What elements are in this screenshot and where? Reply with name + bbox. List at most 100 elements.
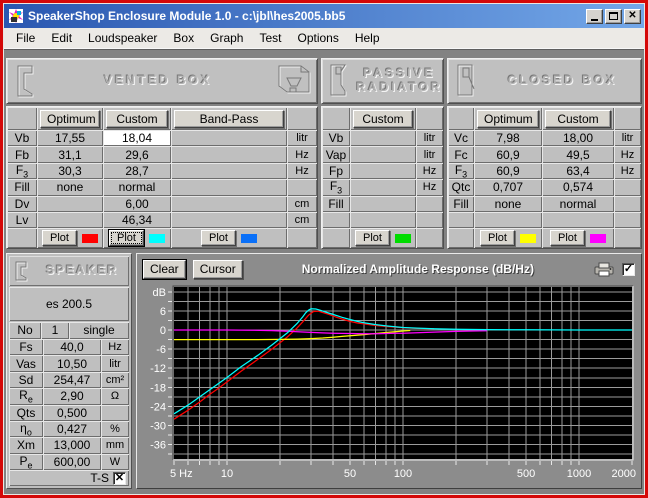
y-tick-label: -36 xyxy=(150,440,166,452)
x-tick-label: 2000 xyxy=(612,468,636,480)
unit-cell: Hz xyxy=(614,163,641,179)
speaker-no-value: 1 xyxy=(41,322,69,339)
corner-cell xyxy=(7,228,37,248)
graph-title: Normalized Amplitude Response (dB/Hz) xyxy=(250,262,586,276)
plot-cell: Plot xyxy=(37,228,103,248)
column-button-custom[interactable]: Custom xyxy=(106,110,168,128)
value-cell: normal xyxy=(103,179,171,195)
param-value-cell: 2,90 xyxy=(43,388,101,404)
print-checkbox[interactable]: ✓ xyxy=(622,263,635,276)
corner-cell xyxy=(614,107,641,130)
row-label-cell: Qtc xyxy=(448,179,474,195)
x-tick-label: 500 xyxy=(517,468,535,480)
menu-item-loudspeaker[interactable]: Loudspeaker xyxy=(80,29,165,47)
value-cell xyxy=(171,130,287,146)
empty-cell xyxy=(614,212,641,228)
close-icon: ✕ xyxy=(628,11,636,21)
section-title-line: PASSIVE xyxy=(363,66,435,80)
maximize-button[interactable] xyxy=(605,9,622,24)
speaker-model[interactable]: es 200.5 xyxy=(9,287,129,321)
closed-box-section: CLOSED BOX OptimumCustomVc7,9818,00litrF… xyxy=(447,58,642,249)
corner-cell xyxy=(322,107,350,130)
empty-cell xyxy=(322,212,350,228)
plot-color-swatch xyxy=(395,234,411,243)
plot-color-swatch xyxy=(241,234,257,243)
plot-button-passive-0[interactable]: Plot xyxy=(355,230,390,246)
value-cell: 28,7 xyxy=(103,163,171,179)
minimize-button[interactable] xyxy=(586,9,603,24)
ts-checkbox[interactable]: ✕ xyxy=(113,472,126,485)
corner-cell xyxy=(614,228,641,248)
param-value-cell: 40,0 xyxy=(43,339,101,355)
speaker-icon xyxy=(454,63,478,99)
row-label: Pe xyxy=(19,454,32,470)
row-label: Fb xyxy=(15,148,29,162)
param-label-cell: ηo xyxy=(9,421,43,437)
closed-box-table: OptimumCustomVc7,9818,00litrFc60,949,5Hz… xyxy=(447,106,642,249)
clear-button[interactable]: Clear xyxy=(143,260,186,279)
plot-button-closed-0[interactable]: Plot xyxy=(480,230,515,246)
menu-bar: FileEditLoudspeakerBoxGraphTestOptionsHe… xyxy=(4,28,644,49)
param-value-cell: 0,427 xyxy=(43,421,101,437)
speaker-panel: SPEAKER es 200.5 No1single Fs40,0HzVas10… xyxy=(6,253,132,489)
menu-item-file[interactable]: File xyxy=(8,29,43,47)
menu-item-edit[interactable]: Edit xyxy=(43,29,80,47)
printer-icon[interactable] xyxy=(593,262,615,277)
param-label-cell: Fs xyxy=(9,339,43,355)
column-header-cell: Custom xyxy=(350,107,416,130)
param-unit-cell xyxy=(101,405,129,421)
row-label: ηo xyxy=(20,421,32,437)
graph-header: Clear Cursor Normalized Amplitude Respon… xyxy=(137,254,641,284)
section-title-line: RADIATOR xyxy=(356,80,442,94)
plot-button-vented-2[interactable]: Plot xyxy=(201,230,236,246)
unit-cell: litr xyxy=(416,130,443,146)
plot-button-vented-0[interactable]: Plot xyxy=(42,230,77,246)
window-inner: SpeakerShop Enclosure Module 1.0 - c:\jb… xyxy=(3,3,645,495)
column-button-optimum[interactable]: Optimum xyxy=(477,110,539,128)
value-cell: none xyxy=(37,179,103,195)
plot-button-closed-1[interactable]: Plot xyxy=(550,230,585,246)
column-button-custom[interactable]: Custom xyxy=(353,110,413,128)
value-cell xyxy=(171,163,287,179)
column-button-custom[interactable]: Custom xyxy=(545,110,611,128)
row-label: Qts xyxy=(17,406,36,420)
column-button-optimum[interactable]: Optimum xyxy=(40,110,100,128)
param-unit-cell: mm xyxy=(101,437,129,453)
vented-enclosure-icon xyxy=(277,64,311,98)
unit-cell: litr xyxy=(614,130,641,146)
menu-item-box[interactable]: Box xyxy=(165,29,202,47)
param-unit-cell: Hz xyxy=(101,339,129,355)
value-input-cell[interactable]: 18,04 xyxy=(103,130,171,146)
vented-box-section: VENTED BOX OptimumCustomBand-PassVb17,55… xyxy=(6,58,318,249)
response-chart: dB60-6-12-18-24-30-365 Hz105010050010002… xyxy=(140,285,641,485)
title-bar[interactable]: SpeakerShop Enclosure Module 1.0 - c:\jb… xyxy=(4,4,644,28)
row-label-cell: Vc xyxy=(448,130,474,146)
closed-box-header: CLOSED BOX xyxy=(447,58,642,104)
close-button[interactable]: ✕ xyxy=(624,9,641,24)
value-cell: 63,4 xyxy=(542,163,614,179)
vented-box-header: VENTED BOX xyxy=(6,58,318,104)
cursor-button[interactable]: Cursor xyxy=(193,260,243,279)
plot-button-vented-1[interactable]: Plot xyxy=(109,230,144,246)
menu-item-graph[interactable]: Graph xyxy=(202,29,251,47)
menu-item-test[interactable]: Test xyxy=(251,29,289,47)
lower-panels: SPEAKER es 200.5 No1single Fs40,0HzVas10… xyxy=(6,253,642,489)
value-cell: 17,55 xyxy=(37,130,103,146)
row-label: Fill xyxy=(14,180,29,194)
row-label: Re xyxy=(19,388,33,404)
value-cell xyxy=(350,130,416,146)
x-tick-label: 50 xyxy=(344,468,356,480)
row-label: Vas xyxy=(16,357,36,371)
menu-item-options[interactable]: Options xyxy=(289,29,346,47)
column-button-band-pass[interactable]: Band-Pass xyxy=(174,110,284,128)
value-cell: 18,00 xyxy=(542,130,614,146)
x-tick-label: 1000 xyxy=(567,468,591,480)
maximize-icon xyxy=(609,12,618,20)
unit-cell: Hz xyxy=(416,179,443,195)
y-tick-label: -30 xyxy=(150,421,166,433)
menu-item-help[interactable]: Help xyxy=(347,29,388,47)
row-label: F3 xyxy=(455,163,467,179)
param-value-cell: 0,500 xyxy=(43,405,101,421)
value-cell: 31,1 xyxy=(37,146,103,162)
plot-cell: Plot xyxy=(103,228,171,248)
